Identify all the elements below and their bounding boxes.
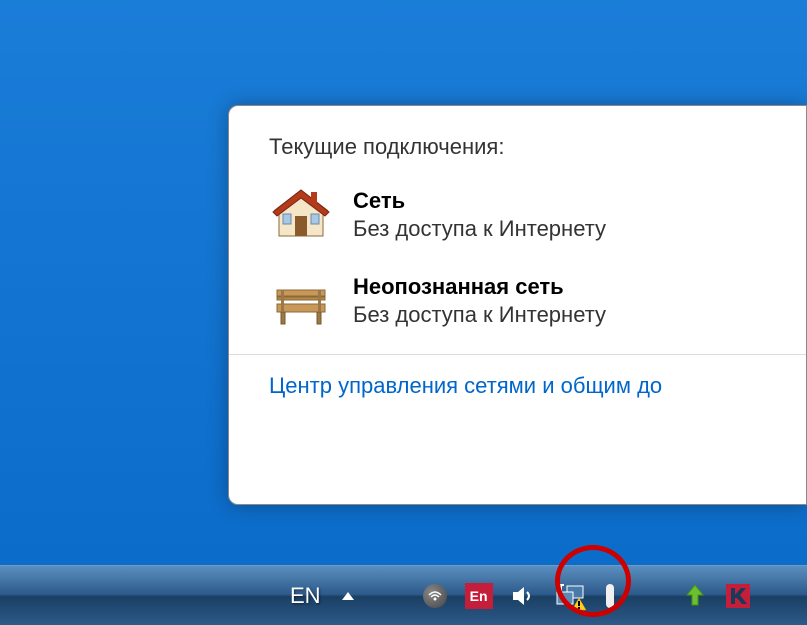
connection-item-unidentified[interactable]: Неопознанная сеть Без доступа к Интернет…	[269, 268, 806, 332]
connection-text: Сеть Без доступа к Интернету	[353, 186, 606, 242]
network-tray-icon[interactable]	[555, 576, 585, 616]
tray-item-white[interactable]	[603, 576, 617, 616]
show-hidden-icons-button[interactable]	[339, 587, 357, 605]
connection-status: Без доступа к Интернету	[353, 302, 606, 328]
connection-item-network[interactable]: Сеть Без доступа к Интернету	[269, 182, 806, 246]
bench-icon	[269, 272, 333, 328]
network-center-link[interactable]: Центр управления сетями и общим до	[269, 373, 806, 399]
warning-overlay-icon	[571, 597, 587, 611]
tray-item-generic[interactable]	[375, 576, 405, 616]
taskbar: EN En	[0, 565, 807, 625]
connection-text: Неопознанная сеть Без доступа к Интернет…	[353, 272, 606, 328]
connection-name: Неопознанная сеть	[353, 274, 606, 300]
language-en-box[interactable]: En	[465, 576, 493, 616]
connection-name: Сеть	[353, 188, 606, 214]
separator	[229, 354, 806, 355]
connection-status: Без доступа к Интернету	[353, 216, 606, 242]
language-indicator[interactable]: EN	[290, 576, 321, 616]
popup-title: Текущие подключения:	[269, 134, 806, 160]
desktop-background: Текущие подключения: Сеть Без доступа к …	[0, 0, 807, 625]
tray-item-generic[interactable]	[635, 576, 665, 616]
network-flyout: Текущие подключения: Сеть Без доступа к …	[228, 105, 807, 505]
volume-tray-icon[interactable]	[511, 576, 537, 616]
update-tray-icon[interactable]	[683, 576, 707, 616]
wifi-tray-icon[interactable]	[423, 576, 447, 616]
house-icon	[269, 186, 333, 242]
kaspersky-tray-icon[interactable]	[725, 576, 751, 616]
